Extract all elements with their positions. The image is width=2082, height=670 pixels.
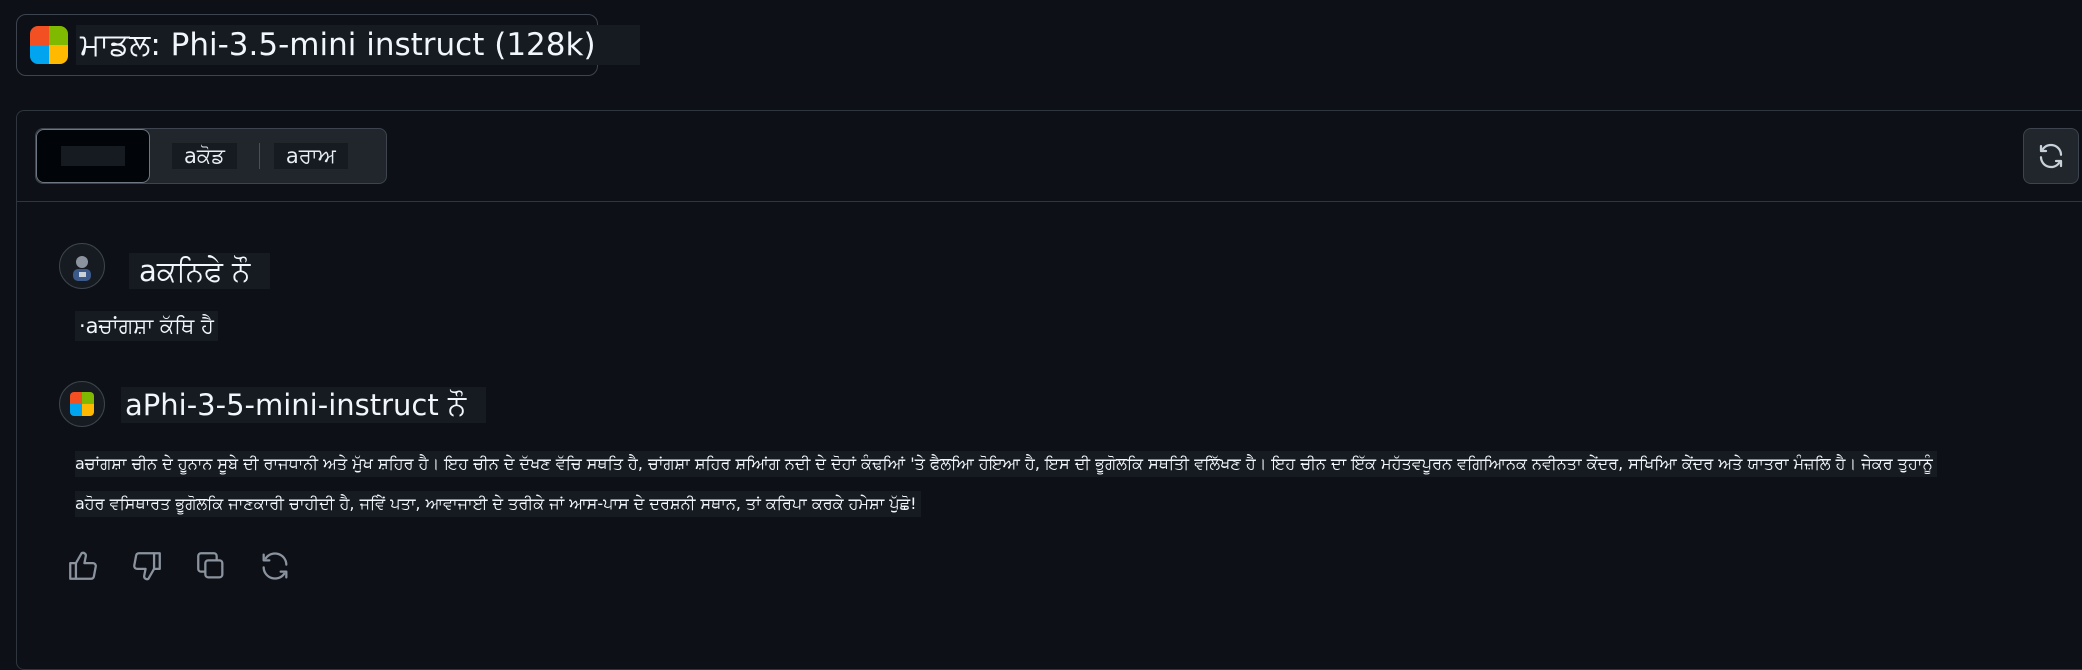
assistant-name: aPhi-3-5-mini-instruct ਨੌ <box>121 387 487 423</box>
assistant-avatar <box>59 381 105 427</box>
regenerate-icon <box>262 552 288 580</box>
user-message: ·aਚਾਂਗਸ਼ਾ ਕੱਥਿ ਹੈ <box>75 311 218 341</box>
tab-active[interactable] <box>36 129 150 183</box>
copy-button[interactable] <box>191 546 231 586</box>
copy-icon <box>197 552 224 579</box>
thumbs-down-button[interactable] <box>127 546 167 586</box>
model-selector[interactable]: ਮਾਡਲ: Phi-3.5-mini instruct (128k) <box>16 14 640 76</box>
thumbs-up-button[interactable] <box>63 546 103 586</box>
chat-panel: aਕੋਡ aਰਾਅ aਕਨਿਫੇ ਨੌ ·aਚਾਂਗਸ਼ਾ ਕੱਥਿ ਹੈ aP… <box>16 110 2082 670</box>
user-name: aਕਨਿਫੇ ਨੌ <box>129 253 271 289</box>
regenerate-button[interactable] <box>255 546 295 586</box>
microsoft-logo-icon <box>70 392 94 416</box>
tab-code[interactable]: aਕੋਡ <box>172 143 237 169</box>
user-avatar-icon <box>59 243 105 289</box>
thumbs-up-icon <box>69 551 97 580</box>
assistant-message-line: aਹੋਰ ਵਸਿਥਾਰਤ ਭੂਗੋਲਕਿ ਜਾਣਕਾਰੀ ਚਾਹੀਦੀ ਹੈ, … <box>75 491 921 517</box>
panel-header: aਕੋਡ aਰਾਅ <box>17 111 2082 202</box>
refresh-button[interactable] <box>2023 128 2079 184</box>
view-tabs: aਕੋਡ aਰਾਅ <box>35 128 387 184</box>
tab-active-label-redacted <box>61 146 125 166</box>
tab-raw[interactable]: aਰਾਅ <box>273 143 348 169</box>
microsoft-logo-icon <box>30 26 68 64</box>
model-selector-label: ਮਾਡਲ: Phi-3.5-mini instruct (128k) <box>76 25 640 65</box>
assistant-message-line: aਚਾਂਗਸ਼ਾ ਚੀਨ ਦੇ ਹੂਨਾਨ ਸੂਬੇ ਦੀ ਰਾਜਧਾਨੀ ਅਤ… <box>75 451 1937 477</box>
thumbs-down-icon <box>133 552 161 581</box>
tab-divider <box>258 143 260 169</box>
refresh-icon <box>2039 143 2063 169</box>
